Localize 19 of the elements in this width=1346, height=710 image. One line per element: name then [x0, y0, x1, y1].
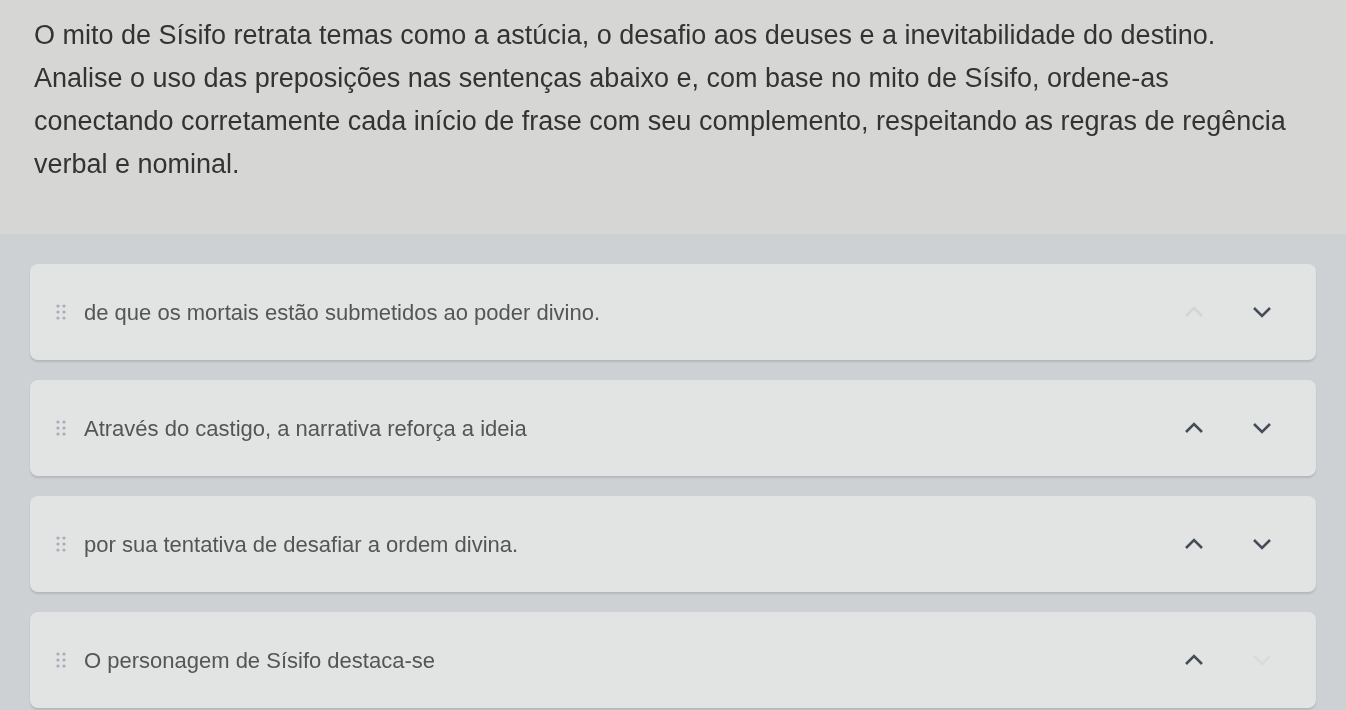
drag-handle-icon[interactable] — [56, 651, 66, 669]
item-text: por sua tentativa de desafiar a ordem divina. — [84, 530, 520, 559]
drag-handle-icon[interactable] — [56, 303, 66, 321]
chevron-up-icon — [1184, 654, 1204, 666]
sortable-item[interactable]: de que os mortais estão submetidos ao poder divino. — [30, 264, 1316, 360]
chevron-up-icon — [1184, 422, 1204, 434]
item-text: O personagem de Sísifo destaca-se — [84, 646, 436, 675]
drag-handle-icon[interactable] — [56, 419, 66, 437]
chevron-down-icon — [1252, 306, 1272, 318]
chevron-down-icon — [1252, 538, 1272, 550]
sortable-item[interactable]: Através do castigo, a narrativa reforça a ideia — [30, 380, 1316, 476]
sortable-item[interactable]: O personagem de Sísifo destaca-se — [30, 612, 1316, 708]
item-text: Através do castigo, a narrativa reforça a ideia — [84, 414, 528, 443]
question-text: O mito de Sísifo retrata temas como a astúcia, o desafio aos deuses e a inevitabilidade do destino. Analise o uso das preposições nas sentenças abaixo e, com base no mito de Sísifo, ordene-as conectando corretamente cada início de frase com seu complemento, respeitando as regras de regência verbal e nominal. — [34, 19, 1287, 181]
chevron-up-icon — [1184, 538, 1204, 550]
item-text: de que os mortais estão submetidos ao poder divino. — [84, 298, 602, 327]
sortable-item[interactable]: por sua tentativa de desafiar a ordem divina. — [30, 496, 1316, 592]
drag-handle-icon[interactable] — [56, 535, 66, 553]
chevron-down-icon — [1252, 422, 1272, 434]
